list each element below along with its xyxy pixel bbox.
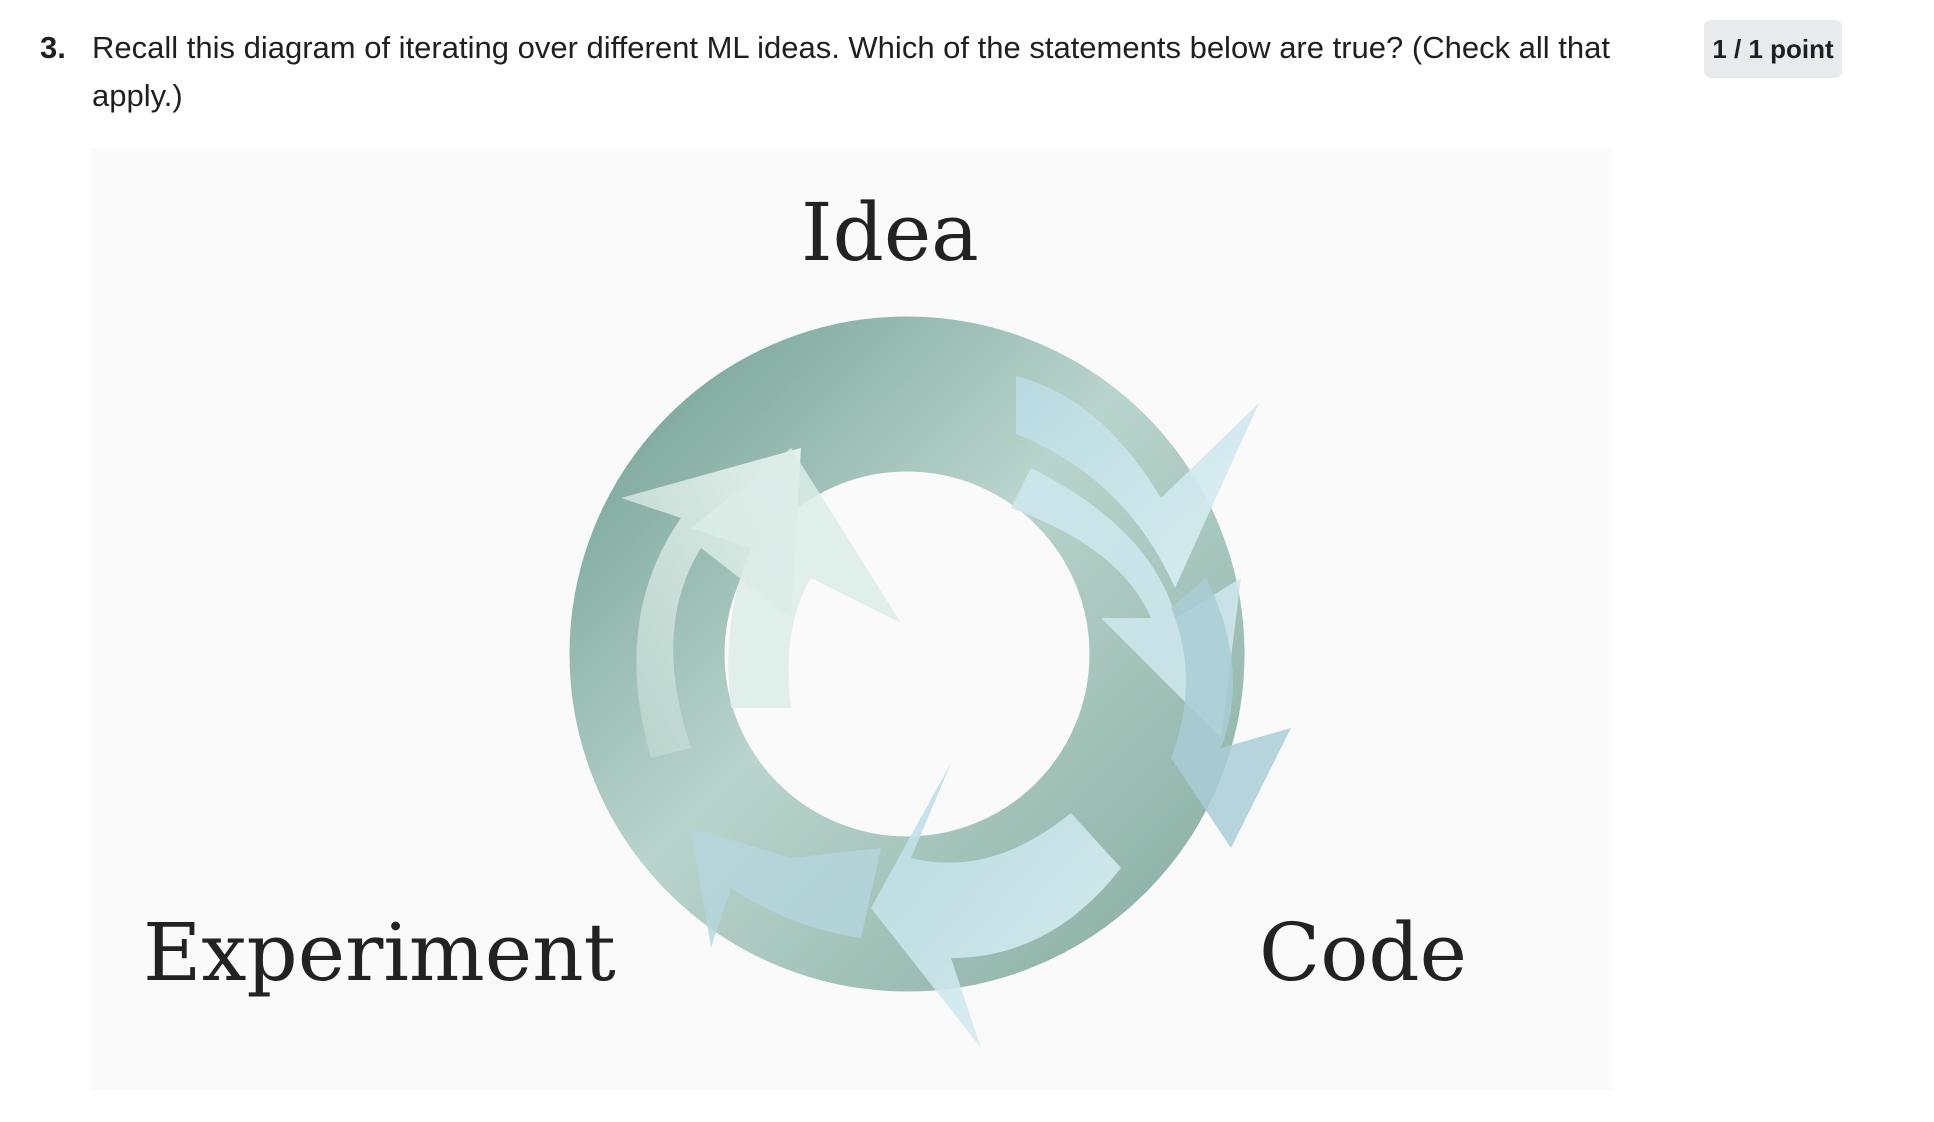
question-number: 3. (40, 30, 66, 65)
label-experiment: Experiment (143, 906, 616, 999)
arrow-experiment-to-idea (621, 448, 901, 758)
idea-code-experiment-diagram: Idea Experiment Code (91, 148, 1612, 1090)
points-badge: 1 / 1 point (1704, 20, 1842, 78)
quiz-question: 3. Recall this diagram of iterating over… (0, 0, 1934, 1122)
question-text: Recall this diagram of iterating over di… (92, 30, 1611, 113)
label-idea: Idea (801, 186, 979, 279)
label-code: Code (1259, 906, 1467, 999)
